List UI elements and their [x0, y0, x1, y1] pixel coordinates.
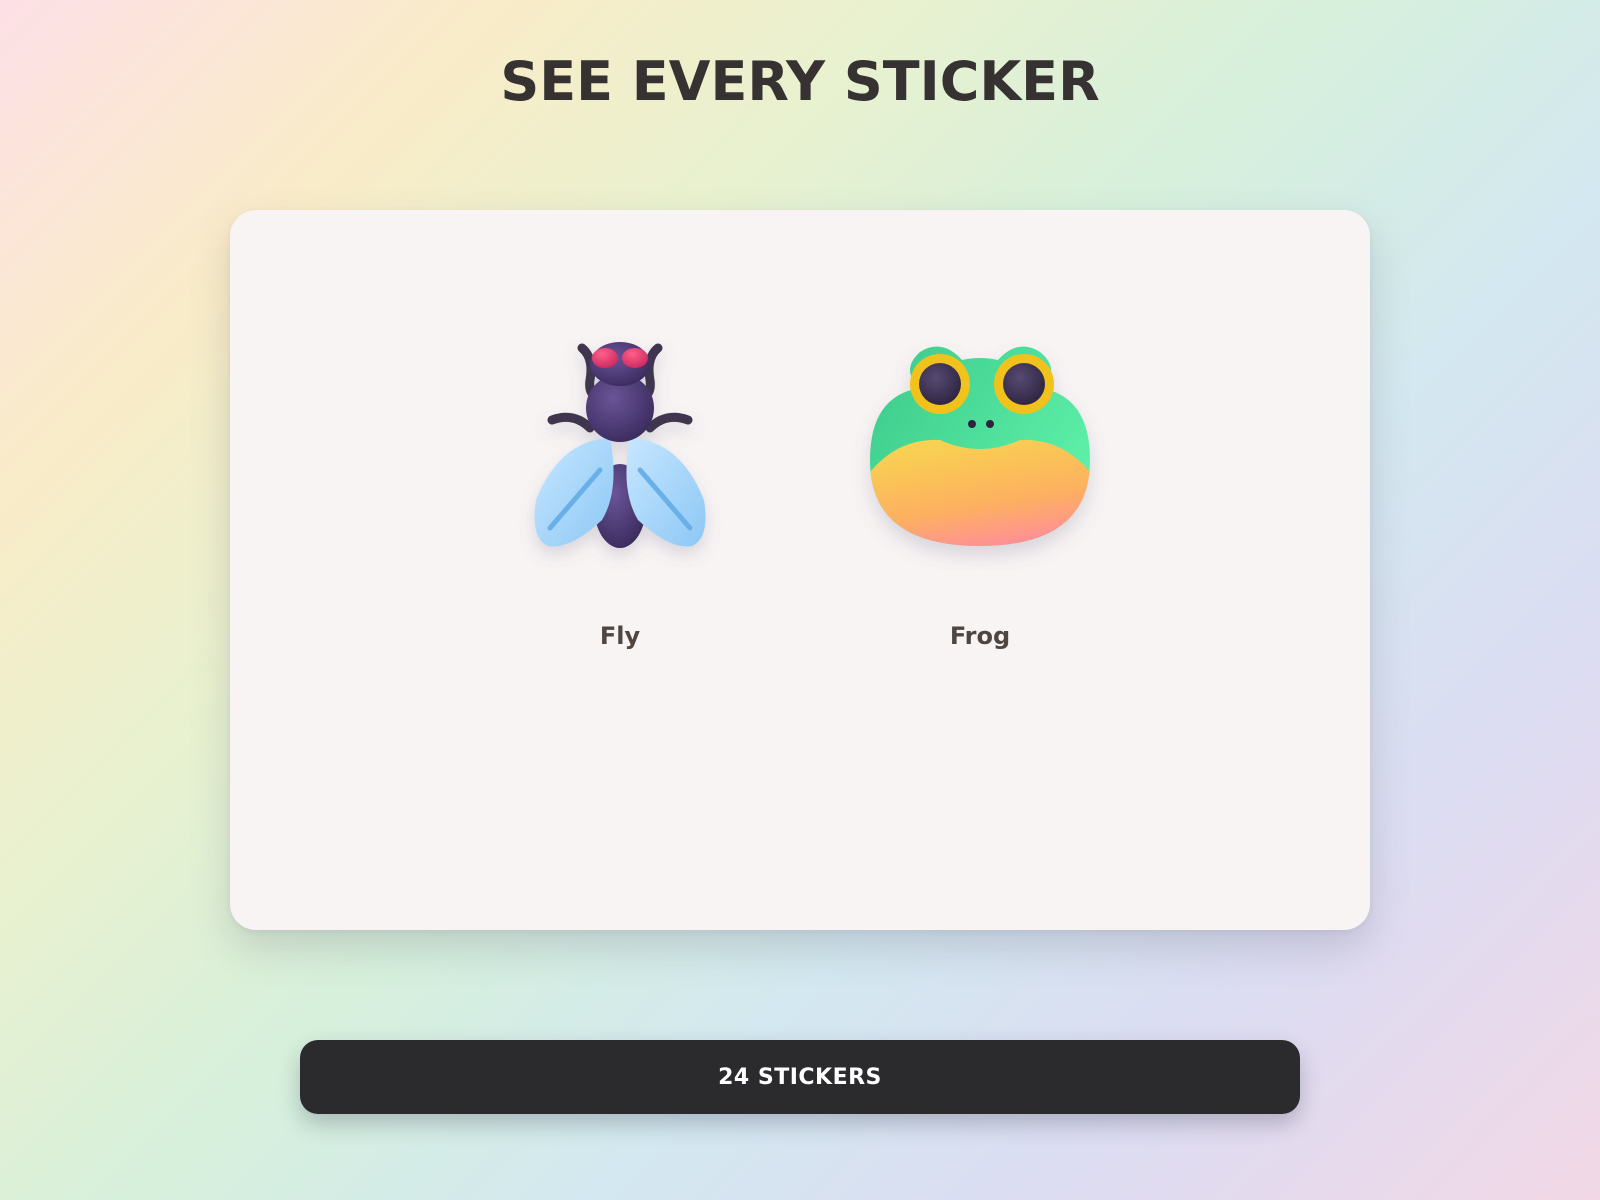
sticker-count-button[interactable]: 24 STICKERS: [300, 1040, 1300, 1114]
sticker-label: Frog: [949, 622, 1011, 650]
sticker-label: Fly: [599, 622, 641, 650]
fly-icon: [490, 310, 750, 570]
sticker-item-frog[interactable]: Frog: [850, 310, 1110, 670]
sticker-item-fly[interactable]: Fly: [490, 310, 750, 670]
page-title: SEE EVERY STICKER: [500, 50, 1100, 113]
frog-icon: [850, 310, 1110, 570]
sticker-grid-card: Fly Frog: [230, 210, 1370, 930]
